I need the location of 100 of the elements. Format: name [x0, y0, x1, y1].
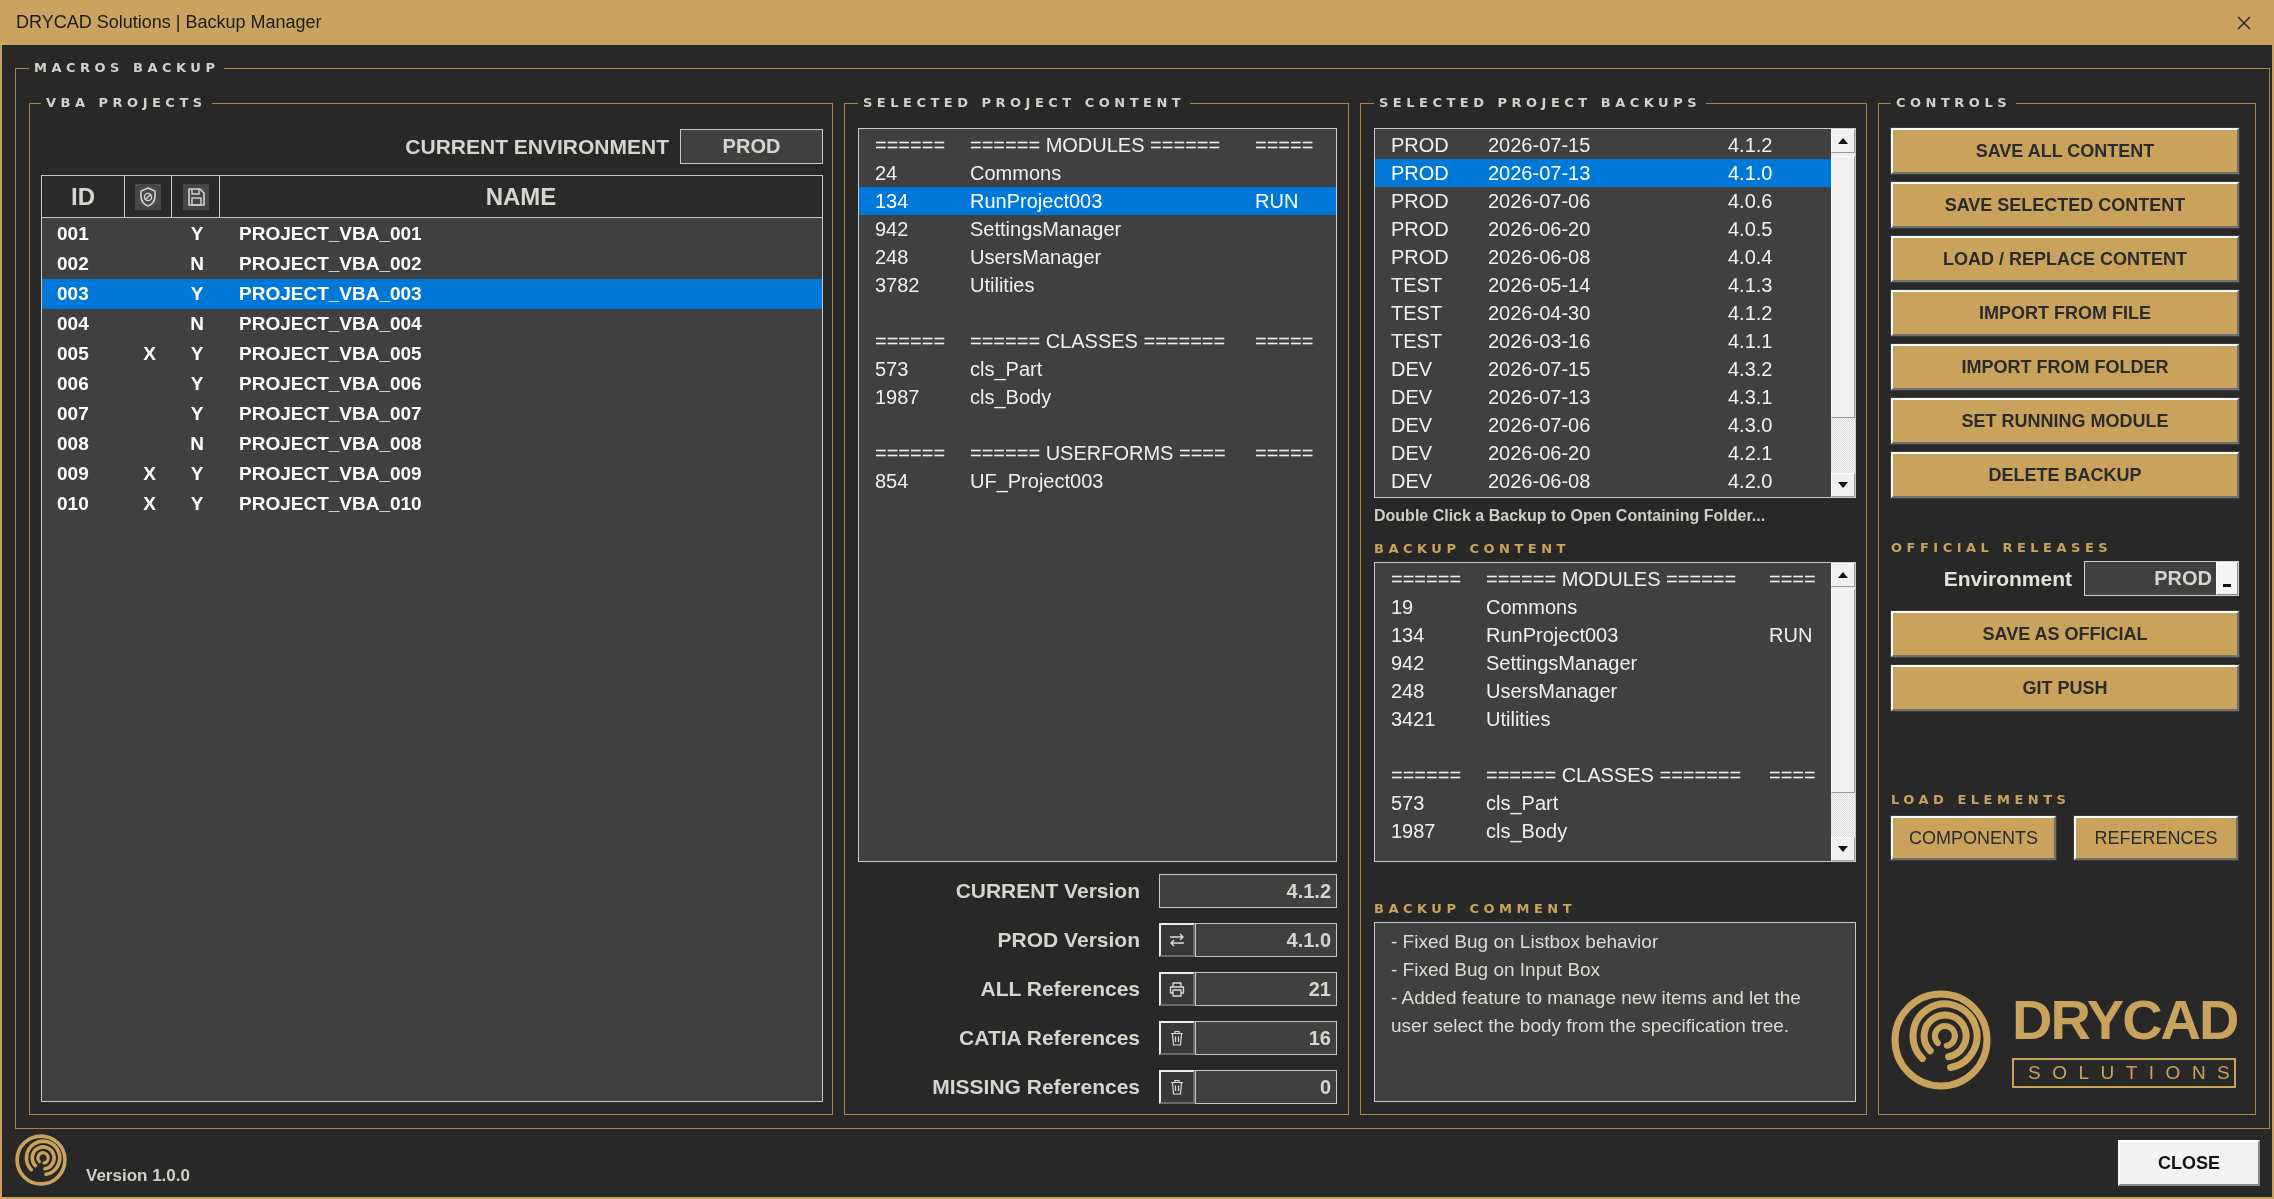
- scrollbar[interactable]: [1831, 563, 1855, 861]
- action-button[interactable]: IMPORT FROM FOLDER: [1891, 344, 2239, 390]
- value-field[interactable]: 4.1.0: [1195, 923, 1337, 957]
- list-item[interactable]: 942 SettingsManager: [859, 215, 1336, 243]
- table-row[interactable]: 008 N PROJECT_VBA_008: [42, 429, 822, 459]
- item-text: 4.0.4: [1728, 245, 1773, 269]
- list-item[interactable]: 24 Commons: [859, 159, 1336, 187]
- table-row[interactable]: 007 Y PROJECT_VBA_007: [42, 399, 822, 429]
- action-button[interactable]: LOAD / REPLACE CONTENT: [1891, 236, 2239, 282]
- environment-dropdown[interactable]: PROD: [2084, 561, 2239, 596]
- list-item[interactable]: 3782 Utilities: [859, 271, 1336, 299]
- column-header[interactable]: NAME: [220, 175, 823, 218]
- column-header[interactable]: [125, 175, 172, 218]
- delete-button[interactable]: [1159, 1070, 1195, 1104]
- list-item[interactable]: 1987 cls_Body: [859, 383, 1336, 411]
- item-text: UF_Project003: [970, 469, 1104, 493]
- scroll-down-button[interactable]: [1831, 837, 1855, 861]
- list-item[interactable]: 134 RunProject003 RUN: [1375, 621, 1831, 649]
- item-text: 24: [875, 161, 898, 185]
- list-item[interactable]: ====== ====== USERFORMS ==== =====: [859, 439, 1336, 467]
- scroll-down-button[interactable]: [1831, 473, 1855, 497]
- list-item[interactable]: PROD 2026-07-13 4.1.0: [1375, 159, 1831, 187]
- action-button[interactable]: SAVE AS OFFICIAL: [1891, 611, 2239, 657]
- table-row[interactable]: 002 N PROJECT_VBA_002: [42, 249, 822, 279]
- table-row[interactable]: 005 X Y PROJECT_VBA_005: [42, 339, 822, 369]
- list-item[interactable]: TEST 2026-03-16 4.1.1: [1375, 327, 1831, 355]
- table-row[interactable]: 010 X Y PROJECT_VBA_010: [42, 489, 822, 519]
- section-title: BACKUP COMMENT: [1374, 901, 1577, 917]
- list-item[interactable]: DEV 2026-07-13 4.3.1: [1375, 383, 1831, 411]
- list-item[interactable]: 1987 cls_Body: [1375, 817, 1831, 845]
- action-button[interactable]: IMPORT FROM FILE: [1891, 290, 2239, 336]
- list-item[interactable]: PROD 2026-07-06 4.0.6: [1375, 187, 1831, 215]
- list-item[interactable]: PROD 2026-06-08 4.0.4: [1375, 243, 1831, 271]
- list-item[interactable]: DEV 2026-07-06 4.3.0: [1375, 411, 1831, 439]
- list-item[interactable]: 19 Commons: [1375, 593, 1831, 621]
- table-row[interactable]: 004 N PROJECT_VBA_004: [42, 309, 822, 339]
- list-item[interactable]: ====== ====== MODULES ====== ====: [1375, 565, 1831, 593]
- list-item[interactable]: 573 cls_Part: [1375, 789, 1831, 817]
- print-button[interactable]: [1159, 972, 1195, 1006]
- scrollbar-thumb[interactable]: [1831, 156, 1855, 418]
- list-item[interactable]: DEV 2026-06-20 4.2.1: [1375, 439, 1831, 467]
- value-field[interactable]: 16: [1195, 1021, 1337, 1055]
- scroll-up-button[interactable]: [1831, 563, 1855, 587]
- list-item[interactable]: TEST 2026-04-30 4.1.2: [1375, 299, 1831, 327]
- scrollbar[interactable]: [1831, 129, 1855, 497]
- item-text: 4.0.6: [1728, 189, 1773, 213]
- list-item[interactable]: PROD 2026-07-15 4.1.2: [1375, 131, 1831, 159]
- value-field[interactable]: 4.1.2: [1159, 874, 1337, 908]
- name-text: PROJECT_VBA_001: [239, 223, 422, 244]
- list-item[interactable]: DEV 2026-07-15 4.3.2: [1375, 355, 1831, 383]
- id-text: 008: [57, 433, 89, 454]
- list-box[interactable]: [1374, 128, 1856, 498]
- list-box[interactable]: [858, 128, 1337, 862]
- scroll-up-button[interactable]: [1831, 129, 1855, 153]
- flag-text: Y: [190, 403, 204, 424]
- item-text: SettingsManager: [1486, 651, 1638, 675]
- item-text: =====: [1255, 133, 1314, 157]
- hint-text: Double Click a Backup to Open Containing Folder...: [1374, 506, 1766, 526]
- list-item[interactable]: 248 UsersManager: [859, 243, 1336, 271]
- item-text: cls_Body: [1486, 819, 1568, 843]
- projects-list[interactable]: [41, 218, 823, 1102]
- list-box[interactable]: ====== ====== MODULES ====== ==== 19 Commons 134 RunProject003 RUN 942 SettingsManager 248 UsersManager 3421 Utilities ====== ====== CLASSES ======= ==== 573 cls_Part 1987 cls_Body: [1374, 562, 1856, 862]
- action-button[interactable]: GIT PUSH: [1891, 665, 2239, 711]
- action-button[interactable]: REFERENCES: [2074, 816, 2238, 860]
- list-item[interactable]: ====== ====== MODULES ====== =====: [859, 131, 1336, 159]
- item-text: 2026-07-13: [1488, 385, 1591, 409]
- column-header[interactable]: [172, 175, 220, 218]
- item-text: 248: [875, 245, 909, 269]
- column-header[interactable]: ID: [41, 175, 125, 218]
- delete-button[interactable]: [1159, 1021, 1195, 1055]
- list-item[interactable]: ====== ====== CLASSES ======= ====: [1375, 761, 1831, 789]
- action-button[interactable]: SAVE SELECTED CONTENT: [1891, 182, 2239, 228]
- list-item[interactable]: 854 UF_Project003: [859, 467, 1336, 495]
- action-button[interactable]: SET RUNNING MODULE: [1891, 398, 2239, 444]
- list-item[interactable]: TEST 2026-05-14 4.1.3: [1375, 271, 1831, 299]
- environment-field[interactable]: PROD: [680, 129, 823, 164]
- list-item[interactable]: 134 RunProject003 RUN: [859, 187, 1336, 215]
- value-field[interactable]: 0: [1195, 1070, 1337, 1104]
- comment-field[interactable]: - Fixed Bug on Listbox behavior - Fixed Bug on Input Box - Added feature to manage new items and let the user select the body from the specification tree.: [1374, 922, 1856, 1102]
- action-button[interactable]: COMPONENTS: [1891, 816, 2056, 860]
- list-item[interactable]: 573 cls_Part: [859, 355, 1336, 383]
- list-item[interactable]: DEV 2026-06-08 4.2.0: [1375, 467, 1831, 495]
- scrollbar-thumb[interactable]: [1831, 589, 1855, 793]
- list-item[interactable]: 3421 Utilities: [1375, 705, 1831, 733]
- close-button[interactable]: CLOSE: [2118, 1140, 2260, 1186]
- dropdown-button[interactable]: [2216, 562, 2238, 595]
- table-row[interactable]: 006 Y PROJECT_VBA_006: [42, 369, 822, 399]
- list-item[interactable]: ====== ====== CLASSES ======= =====: [859, 327, 1336, 355]
- list-item[interactable]: 942 SettingsManager: [1375, 649, 1831, 677]
- group-title: SELECTED PROJECT BACKUPS: [1378, 95, 1703, 111]
- trash-icon: [1170, 1079, 1184, 1095]
- table-row[interactable]: 003 Y PROJECT_VBA_003: [42, 279, 822, 309]
- action-button[interactable]: DELETE BACKUP: [1891, 452, 2239, 498]
- list-item[interactable]: 248 UsersManager: [1375, 677, 1831, 705]
- table-row[interactable]: 001 Y PROJECT_VBA_001: [42, 219, 822, 249]
- table-row[interactable]: 009 X Y PROJECT_VBA_009: [42, 459, 822, 489]
- list-item[interactable]: PROD 2026-06-20 4.0.5: [1375, 215, 1831, 243]
- value-field[interactable]: 21: [1195, 972, 1337, 1006]
- action-button[interactable]: SAVE ALL CONTENT: [1891, 128, 2239, 174]
- swap-button[interactable]: [1159, 923, 1195, 957]
